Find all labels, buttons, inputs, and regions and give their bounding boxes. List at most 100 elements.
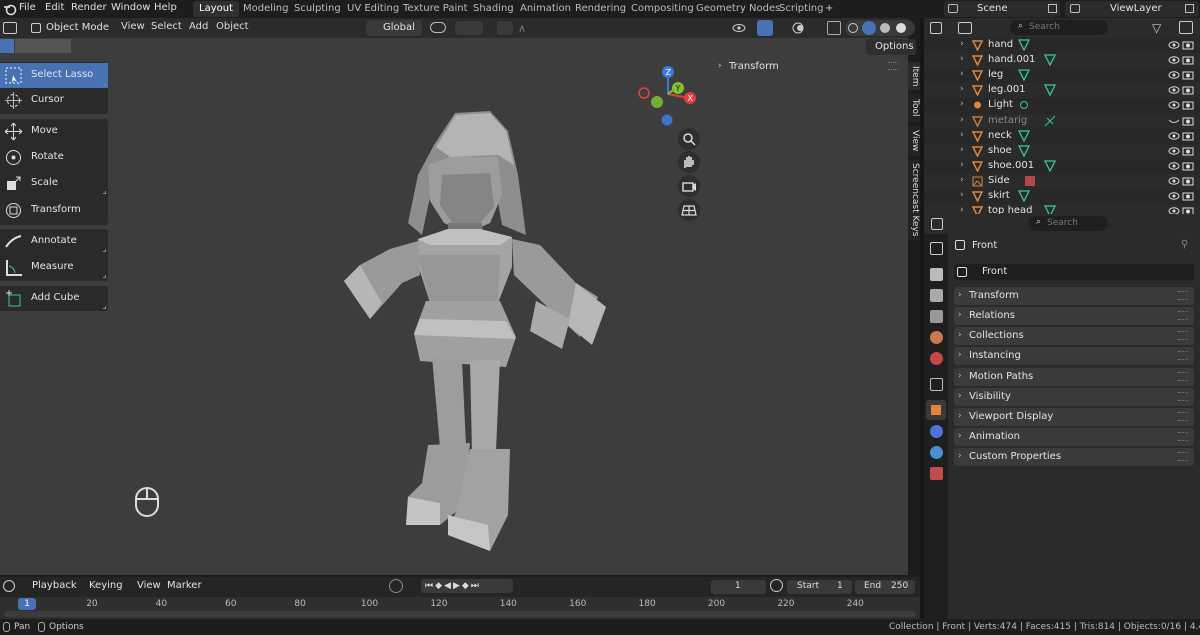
drag-grip-icon[interactable] <box>1178 311 1188 321</box>
jump-start-icon[interactable]: ⏮ <box>425 581 435 591</box>
current-frame-field[interactable]: 1 <box>711 580 766 594</box>
timeline-scrollbar[interactable] <box>4 611 916 617</box>
tab-shading[interactable]: Shading <box>467 1 520 17</box>
drag-grip-icon[interactable] <box>1178 452 1188 462</box>
select-invert-icon[interactable] <box>43 39 57 53</box>
expand-chevron-icon[interactable]: › <box>960 160 964 170</box>
select-intersect-icon[interactable] <box>57 39 71 53</box>
outliner-row[interactable]: › skirt <box>924 189 1200 204</box>
tab-layout[interactable]: Layout <box>193 1 239 17</box>
expand-chevron-icon[interactable]: › <box>960 69 964 79</box>
jump-end-icon[interactable]: ⏭ <box>471 581 481 591</box>
tool-move[interactable]: Move <box>0 119 108 144</box>
mesh-data-icon[interactable] <box>1044 54 1056 67</box>
menu-add[interactable]: Add <box>189 21 208 32</box>
select-subtract-icon[interactable] <box>29 39 43 53</box>
menu-keying[interactable]: Keying <box>89 580 123 591</box>
camera-view-button[interactable] <box>678 175 700 197</box>
panel-transform[interactable]: › Transform <box>954 287 1194 305</box>
new-view-layer-icon[interactable] <box>1185 4 1194 13</box>
playback-controls[interactable]: ⏮◆◀▶◆⏭ <box>421 579 513 593</box>
camera-restrict-icon[interactable] <box>1182 146 1194 156</box>
outliner-row[interactable]: › metarig <box>924 113 1200 129</box>
drag-grip-icon[interactable] <box>1178 432 1188 442</box>
view-layer-properties-icon[interactable] <box>930 310 943 323</box>
panel-viewport-display[interactable]: › Viewport Display <box>954 407 1194 426</box>
prev-keyframe-icon[interactable]: ◆ <box>435 581 444 591</box>
eye-icon[interactable] <box>1168 70 1180 80</box>
camera-restrict-icon[interactable] <box>1182 176 1194 186</box>
tool-rotate[interactable]: Rotate <box>0 145 108 170</box>
outliner-row[interactable]: › Side <box>924 173 1200 189</box>
camera-restrict-icon[interactable] <box>1182 85 1194 95</box>
display-mode-icon[interactable] <box>958 22 972 34</box>
tool-measure[interactable]: Measure <box>0 255 108 280</box>
xray-icon[interactable] <box>827 21 841 35</box>
tab-geometry-nodes[interactable]: Geometry Nodes <box>690 1 786 17</box>
drag-grip-icon[interactable] <box>1178 331 1188 341</box>
hidden-eye-icon[interactable] <box>1168 116 1180 126</box>
expand-chevron-icon[interactable]: › <box>960 115 964 125</box>
tab-uv-editing[interactable]: UV Editing <box>341 1 405 17</box>
expand-chevron-icon[interactable]: › <box>960 190 964 200</box>
menu-playback[interactable]: Playback <box>32 580 77 591</box>
tool-settings-icon[interactable] <box>930 242 943 255</box>
outliner-row[interactable]: › hand <box>924 38 1200 53</box>
outliner-search-input[interactable]: ⌕ Search <box>1010 20 1108 35</box>
mesh-data-icon[interactable] <box>1018 145 1030 157</box>
mesh-data-icon[interactable] <box>1018 39 1030 51</box>
scene-selector[interactable]: Scene <box>944 1 1060 17</box>
object-name-field[interactable]: Front <box>954 264 1194 280</box>
pivot-icon[interactable] <box>430 22 446 33</box>
drag-grip-icon[interactable] <box>1178 291 1188 300</box>
data-properties-icon[interactable] <box>930 467 943 480</box>
overlays-icon[interactable] <box>791 21 811 35</box>
play-icon[interactable]: ▶ <box>453 581 462 591</box>
tab-sculpting[interactable]: Sculpting <box>288 1 347 17</box>
panel-relations[interactable]: › Relations <box>954 307 1194 326</box>
outliner-row[interactable]: › Light <box>924 98 1200 113</box>
menu-file[interactable]: File <box>19 2 36 13</box>
eye-icon[interactable] <box>1168 85 1180 95</box>
end-frame-field[interactable]: End 250 <box>855 580 915 594</box>
expand-chevron-icon[interactable]: › <box>960 130 964 140</box>
zoom-button[interactable] <box>678 128 700 150</box>
tool-select-lasso[interactable]: Select Lasso <box>0 63 108 88</box>
camera-restrict-icon[interactable] <box>1182 131 1194 141</box>
panel-visibility[interactable]: › Visibility <box>954 387 1194 406</box>
drag-grip-icon[interactable] <box>1178 391 1188 401</box>
armature-data-icon[interactable] <box>1044 115 1056 127</box>
navigation-gizmo[interactable]: Z X Y <box>634 64 702 128</box>
mesh-data-icon[interactable] <box>1018 129 1030 142</box>
mesh-data-icon[interactable] <box>1018 190 1030 202</box>
tool-annotate[interactable]: Annotate <box>0 229 108 254</box>
properties-search-input[interactable]: ⌕ Search <box>1028 216 1108 231</box>
panel-motion-paths[interactable]: › Motion Paths <box>954 367 1194 386</box>
menu-edit[interactable]: Edit <box>45 2 64 13</box>
drag-grip-icon[interactable] <box>1178 371 1188 381</box>
tool-add-cube[interactable]: Add Cube <box>0 286 108 311</box>
outliner-row[interactable]: › leg <box>924 68 1200 83</box>
output-properties-icon[interactable] <box>930 289 943 302</box>
orientation-dropdown[interactable]: Global <box>366 20 422 36</box>
perspective-toggle-button[interactable] <box>678 199 700 221</box>
object-properties-tab[interactable] <box>926 400 946 420</box>
menu-window[interactable]: Window <box>111 2 150 13</box>
tool-scale[interactable]: Scale <box>0 171 108 196</box>
panel-collections[interactable]: › Collections <box>954 327 1194 346</box>
rendered-shading-icon[interactable] <box>896 23 906 33</box>
new-collection-icon[interactable] <box>1179 21 1193 34</box>
eye-icon[interactable] <box>1168 100 1180 110</box>
stopwatch-icon[interactable] <box>770 579 783 592</box>
menu-help[interactable]: Help <box>154 2 177 13</box>
scene-properties-icon[interactable] <box>930 331 943 344</box>
physics-properties-icon[interactable] <box>930 425 943 438</box>
panel-animation[interactable]: › Animation <box>954 428 1194 447</box>
camera-restrict-icon[interactable] <box>1182 70 1194 80</box>
expand-chevron-icon[interactable]: › <box>960 99 964 109</box>
menu-select[interactable]: Select <box>151 21 182 32</box>
drag-grip-icon[interactable] <box>888 62 898 70</box>
select-new-icon[interactable] <box>0 39 14 53</box>
expand-chevron-icon[interactable]: › <box>960 175 964 185</box>
falloff-icon[interactable]: ∧ <box>518 22 532 35</box>
